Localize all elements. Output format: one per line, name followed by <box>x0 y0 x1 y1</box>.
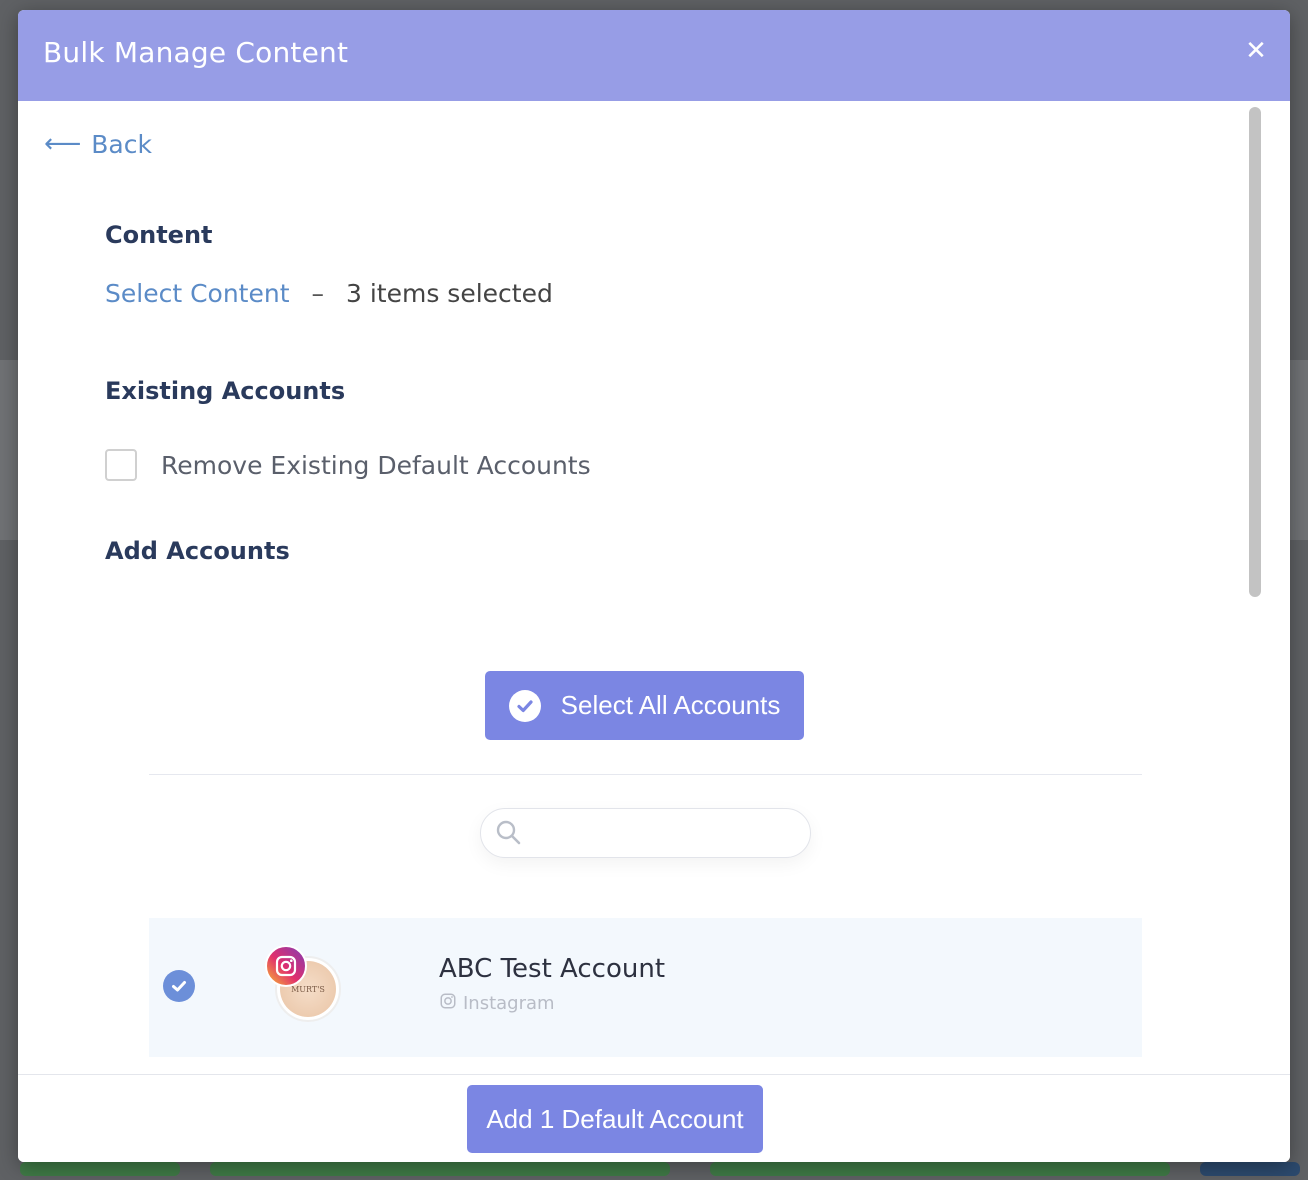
account-search <box>480 808 811 858</box>
background-bar <box>210 1162 670 1176</box>
modal-body: ⟵ Back Content Select Content – 3 items … <box>18 101 1290 1074</box>
remove-existing-checkbox[interactable] <box>105 449 137 481</box>
select-all-accounts-button[interactable]: Select All Accounts <box>485 671 804 740</box>
background-bar <box>1200 1162 1300 1176</box>
background-bar <box>20 1162 180 1176</box>
back-link[interactable]: ⟵ Back <box>44 129 152 159</box>
search-input[interactable] <box>529 815 799 851</box>
content-heading: Content <box>105 221 213 249</box>
instagram-icon <box>439 992 457 1015</box>
scrollbar[interactable] <box>1246 105 1264 1074</box>
add-default-account-button[interactable]: Add 1 Default Account <box>467 1085 763 1153</box>
account-platform: Instagram <box>439 992 555 1015</box>
check-circle-icon[interactable] <box>163 970 195 1002</box>
arrow-left-icon: ⟵ <box>44 129 82 159</box>
instagram-icon <box>265 945 307 987</box>
close-icon[interactable]: ✕ <box>1244 36 1268 66</box>
remove-existing-row: Remove Existing Default Accounts <box>105 449 591 481</box>
background-panel <box>0 360 18 540</box>
account-list-item[interactable]: MURT'S ABC Test Account Instagram <box>149 918 1142 1057</box>
background-bar <box>710 1162 1170 1176</box>
divider <box>149 774 1142 775</box>
bulk-manage-modal: Bulk Manage Content ✕ ⟵ Back Content Sel… <box>18 10 1290 1162</box>
platform-label: Instagram <box>463 993 555 1014</box>
background-panel <box>1290 360 1308 540</box>
scrollbar-thumb[interactable] <box>1249 107 1261 597</box>
back-label: Back <box>91 129 152 159</box>
separator: – <box>311 279 325 308</box>
account-name: ABC Test Account <box>439 954 666 984</box>
content-selection-row: Select Content – 3 items selected <box>105 279 553 308</box>
search-icon <box>495 819 523 847</box>
modal-title: Bulk Manage Content <box>43 36 349 69</box>
select-content-link[interactable]: Select Content <box>105 279 290 308</box>
add-accounts-heading: Add Accounts <box>105 537 290 565</box>
modal-header: Bulk Manage Content ✕ <box>18 10 1290 101</box>
selected-count: 3 items selected <box>346 279 553 308</box>
select-all-label: Select All Accounts <box>560 690 781 720</box>
check-circle-icon <box>508 689 541 722</box>
existing-accounts-heading: Existing Accounts <box>105 377 346 405</box>
modal-footer: Add 1 Default Account <box>18 1074 1290 1162</box>
remove-existing-label: Remove Existing Default Accounts <box>161 450 591 480</box>
